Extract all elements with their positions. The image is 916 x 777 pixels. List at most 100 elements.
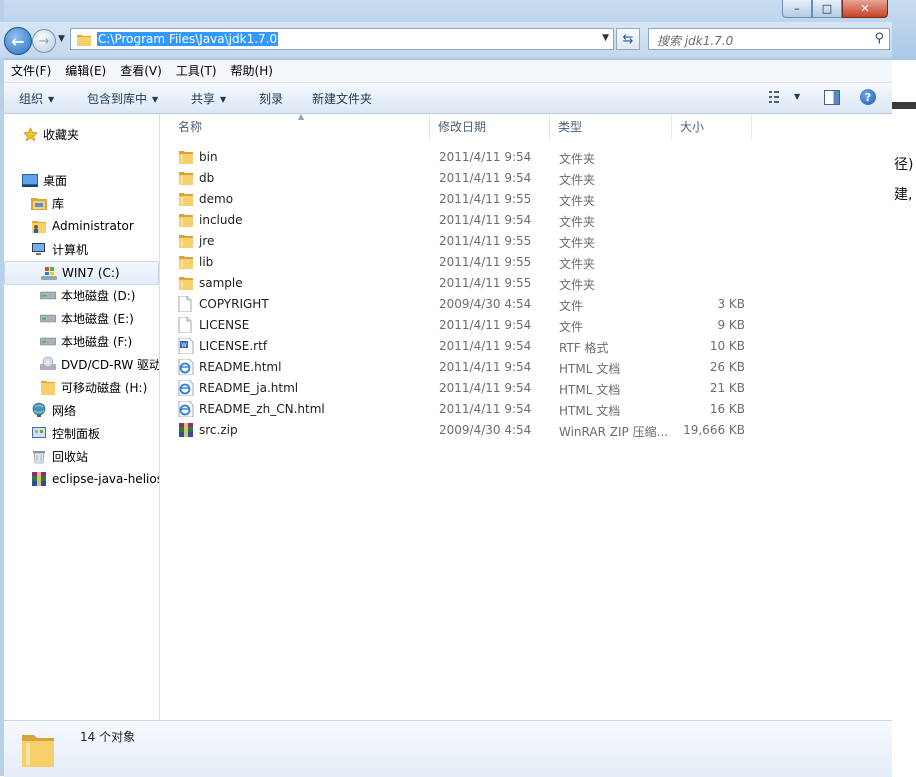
menu-view[interactable]: 查看(V) (113, 60, 169, 82)
nav-recycle-bin[interactable]: 回收站 (31, 446, 88, 466)
preview-pane-icon[interactable] (824, 90, 840, 105)
file-row[interactable]: include 2011/4/11 9:54 文件夹 (174, 210, 874, 231)
command-bar: 组织 ▼ 包含到库中 ▼ 共享 ▼ 刻录 新建文件夹 ▼ ? (4, 83, 892, 114)
nav-desktop[interactable]: 桌面 (22, 170, 67, 190)
help-icon[interactable]: ? (860, 89, 876, 105)
file-row[interactable]: W LICENSE.rtf 2011/4/11 9:54 RTF 格式 10 KB (174, 336, 874, 357)
nav-favorites[interactable]: 收藏夹 (22, 124, 79, 144)
desktop-icon (22, 172, 38, 188)
burn-button[interactable]: 刻录 (259, 90, 283, 107)
removable-drive-icon (40, 379, 56, 395)
share-button[interactable]: 共享 ▼ (191, 90, 226, 107)
column-header-label: 大小 (680, 120, 705, 134)
back-arrow-icon: ← (11, 31, 25, 51)
user-folder-icon (31, 218, 47, 234)
folder-icon (178, 170, 194, 186)
column-header-label: 修改日期 (438, 120, 487, 134)
file-date: 2011/4/11 9:55 (439, 192, 532, 206)
file-row[interactable]: src.zip 2009/4/30 4:54 WinRAR ZIP 压缩... 19,… (174, 420, 874, 441)
file-size: 10 KB (709, 339, 745, 353)
address-bar[interactable]: C:\Program Files\Java\jdk1.7.0 ▼ (70, 28, 614, 50)
nav-label: WIN7 (C:) (62, 266, 120, 280)
column-header-label: 类型 (558, 120, 583, 134)
organize-button[interactable]: 组织 ▼ (19, 90, 54, 107)
nav-computer[interactable]: 计算机 (31, 239, 88, 259)
close-button[interactable]: ✕ (842, 0, 888, 18)
file-date: 2011/4/11 9:54 (439, 381, 532, 395)
menu-tools[interactable]: 工具(T) (169, 60, 224, 82)
nav-label: 本地磁盘 (E:) (61, 311, 134, 326)
file-type: 文件夹 (559, 173, 596, 187)
nav-removable[interactable]: 可移动磁盘 (H:) (40, 377, 147, 397)
chevron-down-icon: ▼ (48, 95, 55, 104)
file-row[interactable]: lib 2011/4/11 9:55 文件夹 (174, 252, 874, 273)
menu-bar: 文件(F) 编辑(E) 查看(V) 工具(T) 帮助(H) (4, 60, 892, 83)
nav-network[interactable]: 网络 (31, 400, 76, 420)
library-icon (31, 195, 47, 211)
file-size: 26 KB (709, 360, 745, 374)
file-date: 2009/4/30 4:54 (439, 423, 532, 437)
hard-drive-icon (40, 287, 56, 303)
file-row[interactable]: db 2011/4/11 9:54 文件夹 (174, 168, 874, 189)
file-size: 16 KB (709, 402, 745, 416)
address-dropdown-icon[interactable]: ▼ (602, 33, 609, 43)
folder-icon (178, 149, 194, 165)
nav-dvd[interactable]: DVD/CD-RW 驱动 (40, 354, 159, 374)
file-name: lib (199, 255, 214, 269)
file-row[interactable]: README_ja.html 2011/4/11 9:54 HTML 文档 21 KB (174, 378, 874, 399)
file-row[interactable]: sample 2011/4/11 9:55 文件夹 (174, 273, 874, 294)
column-header-label: 名称 (178, 120, 203, 134)
menu-edit[interactable]: 编辑(E) (58, 60, 113, 82)
history-dropdown-icon[interactable]: ▼ (58, 34, 65, 44)
nav-drive-d[interactable]: 本地磁盘 (D:) (40, 285, 135, 305)
column-header-type[interactable]: 类型 (550, 114, 672, 140)
back-button[interactable]: ← (4, 27, 32, 55)
file-row[interactable]: README.html 2011/4/11 9:54 HTML 文档 26 KB (174, 357, 874, 378)
column-header-size[interactable]: 大小 (672, 114, 752, 140)
file-date: 2011/4/11 9:55 (439, 255, 532, 269)
file-row[interactable]: LICENSE 2011/4/11 9:54 文件 9 KB (174, 315, 874, 336)
file-row[interactable]: README_zh_CN.html 2011/4/11 9:54 HTML 文档 16… (174, 399, 874, 420)
background-bar (892, 102, 916, 109)
search-placeholder[interactable]: 搜索 jdk1.7.0 (657, 32, 733, 49)
search-icon[interactable]: ⚲ (874, 31, 884, 46)
address-path[interactable]: C:\Program Files\Java\jdk1.7.0 (97, 32, 279, 46)
file-row[interactable]: bin 2011/4/11 9:54 文件夹 (174, 147, 874, 168)
nav-label: 可移动磁盘 (H:) (61, 380, 148, 395)
column-header-modified[interactable]: 修改日期 (430, 114, 550, 140)
nav-label: 控制面板 (52, 426, 101, 441)
menu-help[interactable]: 帮助(H) (224, 60, 280, 82)
winrar-archive-icon (178, 422, 194, 438)
nav-eclipse[interactable]: eclipse-java-helios (31, 469, 159, 489)
file-icon (178, 295, 194, 313)
file-name: sample (199, 276, 243, 290)
menu-file[interactable]: 文件(F) (4, 60, 58, 82)
include-in-library-label: 包含到库中 (87, 92, 148, 106)
nav-user[interactable]: Administrator (31, 216, 134, 236)
search-box[interactable]: 搜索 jdk1.7.0 ⚲ (648, 28, 890, 50)
nav-control-panel[interactable]: 控制面板 (31, 423, 100, 443)
file-row[interactable]: COPYRIGHT 2009/4/30 4:54 文件 3 KB (174, 294, 874, 315)
folder-icon (178, 191, 194, 207)
new-folder-button[interactable]: 新建文件夹 (312, 90, 372, 107)
folder-icon (178, 254, 194, 270)
caption-buttons: – □ ✕ (782, 0, 888, 18)
svg-text:W: W (181, 342, 187, 349)
view-dropdown-icon[interactable]: ▼ (794, 92, 800, 101)
rtf-document-icon: W (178, 337, 194, 355)
nav-libraries[interactable]: 库 (31, 193, 64, 213)
forward-button[interactable]: → (32, 29, 56, 53)
refresh-button[interactable]: ⇆ (616, 28, 640, 50)
maximize-button[interactable]: □ (812, 0, 842, 18)
view-options-icon[interactable] (769, 90, 785, 104)
minimize-button[interactable]: – (782, 0, 812, 18)
file-list: 名称 ▲ 修改日期 类型 大小 bin 2011/4/11 9:54 文件夹 db 20… (160, 112, 892, 720)
file-row[interactable]: demo 2011/4/11 9:55 文件夹 (174, 189, 874, 210)
nav-drive-f[interactable]: 本地磁盘 (F:) (40, 331, 132, 351)
nav-drive-c[interactable]: WIN7 (C:) (4, 261, 159, 285)
file-date: 2011/4/11 9:54 (439, 402, 532, 416)
file-row[interactable]: jre 2011/4/11 9:55 文件夹 (174, 231, 874, 252)
file-type: 文件 (559, 320, 584, 334)
nav-drive-e[interactable]: 本地磁盘 (E:) (40, 308, 134, 328)
include-in-library-button[interactable]: 包含到库中 ▼ (87, 90, 158, 107)
